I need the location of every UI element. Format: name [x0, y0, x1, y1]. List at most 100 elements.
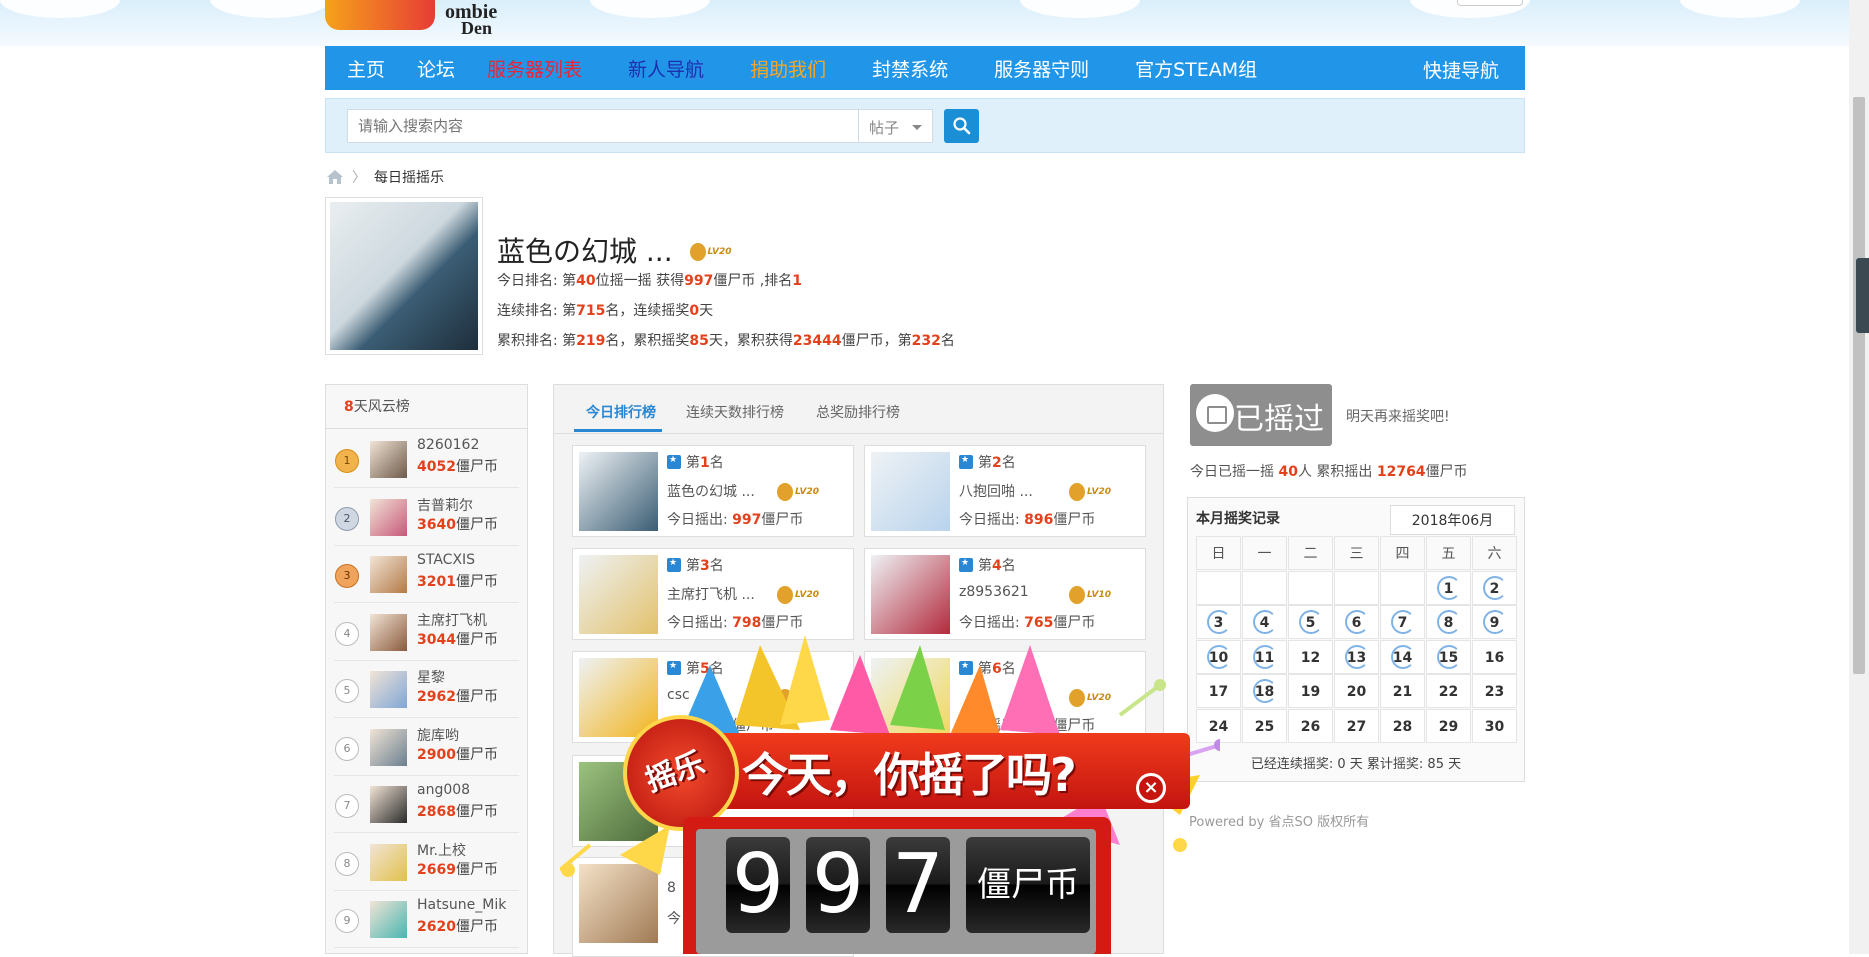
page-scrollbar[interactable] [1849, 0, 1869, 954]
headline-text: 今天，你摇了吗? [742, 748, 1077, 802]
shaken-mark-icon [1437, 644, 1461, 669]
leaderboard-row[interactable]: 5 星黎 2962僵尸币 [334, 661, 519, 718]
nav-item-donate[interactable]: 捐助我们 [750, 55, 826, 82]
login-box[interactable] [1457, 0, 1523, 6]
chevron-right-icon: 〉 [352, 170, 366, 186]
level-badge: LV20 [1061, 482, 1116, 501]
card-rank: 第2名 [959, 452, 1016, 472]
shaken-mark-icon [1345, 644, 1369, 669]
avatar[interactable] [370, 901, 407, 938]
calendar-weekday: 三 [1334, 536, 1379, 570]
avatar[interactable] [579, 452, 658, 531]
calendar-day: 30 [1472, 708, 1517, 743]
leaderboard-row[interactable]: 9 Hatsune_Mik 2620僵尸币 [334, 891, 519, 948]
rank-medal-icon: 2 [335, 506, 359, 531]
user-name: 蓝色の幻城 ... LV20 [497, 230, 742, 270]
calendar-day: 12 [1288, 639, 1333, 674]
nav-item-server-list[interactable]: 服务器列表 [487, 55, 582, 82]
avatar[interactable] [370, 556, 407, 593]
level-badge: LV20 [689, 243, 742, 263]
card-name[interactable]: 八抱回啪 ... [959, 481, 1033, 501]
main-nav: 主页 论坛 服务器列表 新人导航 捐助我们 封禁系统 服务器守则 官方STEAM… [325, 46, 1525, 90]
search-input[interactable] [347, 109, 863, 143]
nav-item-newbie-guide[interactable]: 新人导航 [628, 55, 704, 82]
card-name[interactable]: 主席打飞机 ... [667, 584, 755, 604]
leaderboard-name[interactable]: 8260162 [417, 437, 479, 453]
leaderboard-row[interactable]: 3 STACXIS 3201僵尸币 [334, 546, 519, 603]
card-coins: 今日摇出: 896僵尸币 [959, 512, 1096, 528]
leaderboard-row[interactable]: 7 ang008 2868僵尸币 [334, 776, 519, 833]
home-icon[interactable] [326, 169, 344, 185]
card-rank: 第4名 [959, 555, 1016, 575]
calendar-day: 16 [1472, 639, 1517, 674]
leaderboard-coins: 2669僵尸币 [417, 861, 498, 878]
shaken-mark-icon [1437, 610, 1461, 634]
search-button[interactable] [944, 109, 979, 143]
scrollbar-thumb[interactable] [1853, 97, 1865, 674]
leaderboard-coins: 2962僵尸币 [417, 689, 498, 705]
avatar[interactable] [370, 613, 407, 651]
rank-card[interactable]: 第1名蓝色の幻城 ... LV20 今日摇出: 997僵尸币 [572, 445, 854, 537]
leaderboard-name[interactable]: Hatsune_Mik [417, 897, 506, 913]
monthly-calendar: 本月摇奖记录 2018年06月 日一二三四五六 1 2 3 4 5 6 7 8 9 10 11 12 13… [1187, 497, 1525, 782]
search-type-select[interactable]: 帖子 [858, 109, 933, 143]
nav-item-quick-nav[interactable]: 快捷导航 [1423, 56, 1499, 83]
leaderboard-row[interactable]: 4 主席打飞机 3044僵尸币 [334, 604, 519, 661]
avatar[interactable] [579, 555, 658, 634]
leaderboard-coins: 2620僵尸币 [417, 919, 498, 935]
breadcrumb-current[interactable]: 每日摇摇乐 [374, 167, 444, 187]
rank-card[interactable]: 第2名八抱回啪 ... LV20 今日摇出: 896僵尸币 [864, 445, 1146, 537]
leaderboard-row[interactable]: 6 旎库哟 2900僵尸币 [334, 719, 519, 776]
user-avatar[interactable] [325, 197, 483, 355]
leaderboard-row[interactable]: 8 Mr.上校 2669僵尸币 [334, 834, 519, 891]
calendar-day: 9 [1472, 605, 1517, 639]
calendar-month[interactable]: 2018年06月 [1390, 505, 1515, 535]
leaderboard-name[interactable]: 吉普莉尔 [417, 495, 473, 515]
close-icon[interactable]: × [1136, 773, 1166, 803]
avatar[interactable] [871, 555, 950, 634]
tab-today[interactable]: 今日排行榜 [586, 402, 656, 422]
site-logo[interactable]: ombie Den [325, 0, 525, 38]
leaderboard-name[interactable]: STACXIS [417, 552, 475, 568]
avatar[interactable] [370, 728, 407, 766]
side-float-tab[interactable] [1856, 258, 1869, 333]
card-name[interactable]: z8953621 [959, 584, 1029, 600]
shaken-mark-icon [1253, 644, 1277, 669]
calendar-day: 15 [1426, 639, 1471, 674]
shaken-mark-icon [1253, 679, 1277, 703]
avatar[interactable] [370, 671, 407, 708]
rank-medal-icon: 8 [335, 851, 359, 876]
calendar-day: 7 [1380, 605, 1425, 639]
counter-unit: 僵尸币 [966, 837, 1090, 933]
leaderboard-name[interactable]: 旎库哟 [417, 725, 459, 745]
leaderboard-name[interactable]: 星黎 [417, 667, 445, 687]
avatar[interactable] [370, 498, 407, 536]
calendar-footer: 已经连续摇奖: 0 天 累计摇奖: 85 天 [1250, 757, 1462, 772]
tab-streak[interactable]: 连续天数排行榜 [686, 402, 784, 422]
search-bar: 帖子 [325, 98, 1525, 153]
leaderboard-name[interactable]: 主席打飞机 [417, 610, 487, 630]
leaderboard-row[interactable]: 2 吉普莉尔 3640僵尸币 [334, 489, 519, 546]
card-name[interactable]: 蓝色の幻城 ... [667, 481, 755, 501]
calendar-weekday: 一 [1242, 536, 1287, 570]
card-coins: 今日摇出: 997僵尸币 [667, 512, 804, 528]
avatar[interactable] [370, 441, 407, 478]
nav-item-home[interactable]: 主页 [347, 55, 385, 82]
nav-item-server-rules[interactable]: 服务器守则 [994, 55, 1089, 82]
calendar-day: 25 [1242, 708, 1287, 743]
calendar-day: 28 [1380, 708, 1425, 743]
nav-item-forum[interactable]: 论坛 [417, 55, 455, 82]
already-shaken-button[interactable]: 已摇过 [1190, 384, 1332, 446]
avatar[interactable] [370, 786, 407, 823]
leaderboard-name[interactable]: ang008 [417, 782, 470, 798]
nav-item-ban-system[interactable]: 封禁系统 [872, 55, 948, 82]
calendar-empty-cell [1242, 570, 1287, 605]
nav-item-steam-group[interactable]: 官方STEAM组 [1135, 55, 1257, 82]
tab-total[interactable]: 总奖励排行榜 [816, 402, 900, 422]
avatar[interactable] [370, 843, 407, 881]
avatar[interactable] [871, 452, 950, 531]
leaderboard-row[interactable]: 1 8260162 4052僵尸币 [334, 431, 519, 488]
leaderboard-name[interactable]: Mr.上校 [417, 840, 466, 860]
breadcrumb: 〉 每日摇摇乐 [326, 166, 444, 188]
calendar-empty-cell [1380, 570, 1425, 605]
